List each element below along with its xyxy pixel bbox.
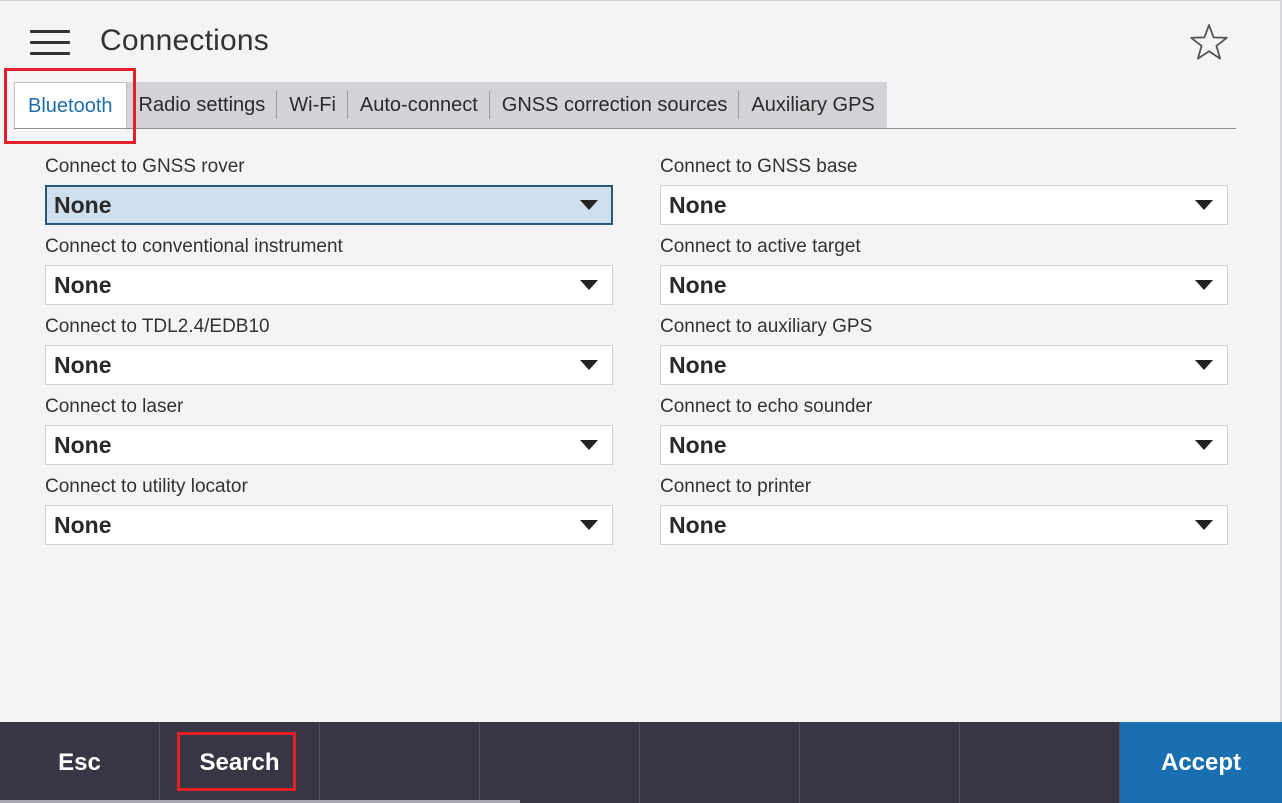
dropdown-value: None bbox=[54, 272, 112, 298]
tab-label: Auxiliary GPS bbox=[751, 93, 875, 116]
chevron-down-icon bbox=[580, 520, 598, 530]
conventional-instrument-label: Connect to conventional instrument bbox=[45, 236, 343, 257]
active-target-label: Connect to active target bbox=[660, 236, 861, 257]
esc-button[interactable]: Esc bbox=[0, 722, 160, 803]
window-top-edge bbox=[0, 0, 1282, 1]
dropdown-value: None bbox=[669, 272, 727, 298]
search-button[interactable]: Search bbox=[160, 722, 320, 803]
active-target-dropdown[interactable]: None bbox=[660, 265, 1228, 305]
dropdown-value: None bbox=[54, 192, 112, 218]
hamburger-menu-icon[interactable] bbox=[28, 28, 72, 58]
printer-label: Connect to printer bbox=[660, 476, 812, 497]
dropdown-value: None bbox=[54, 512, 112, 538]
tab-radio-settings[interactable]: Radio settings bbox=[126, 82, 278, 128]
empty-softkey-4[interactable] bbox=[480, 722, 640, 803]
tab-wifi[interactable]: Wi-Fi bbox=[277, 82, 348, 128]
chevron-down-icon bbox=[1195, 440, 1213, 450]
empty-softkey-7[interactable] bbox=[960, 722, 1120, 803]
echo-sounder-label: Connect to echo sounder bbox=[660, 396, 873, 417]
gnss-rover-dropdown[interactable]: None bbox=[45, 185, 613, 225]
gnss-rover-label: Connect to GNSS rover bbox=[45, 156, 245, 177]
page-title: Connections bbox=[100, 24, 269, 57]
tab-label: Auto-connect bbox=[359, 93, 478, 116]
echo-sounder-dropdown[interactable]: None bbox=[660, 425, 1228, 465]
conventional-instrument-dropdown[interactable]: None bbox=[45, 265, 613, 305]
dropdown-value: None bbox=[669, 512, 727, 538]
gnss-base-dropdown[interactable]: None bbox=[660, 185, 1228, 225]
tabs-underline bbox=[14, 128, 1236, 129]
chevron-down-icon bbox=[580, 440, 598, 450]
tab-auto-connect[interactable]: Auto-connect bbox=[347, 82, 490, 128]
tab-bar: Bluetooth Radio settings Wi-Fi Auto-conn… bbox=[14, 82, 887, 130]
chevron-down-icon bbox=[1195, 360, 1213, 370]
empty-softkey-3[interactable] bbox=[320, 722, 480, 803]
dropdown-value: None bbox=[54, 432, 112, 458]
tab-label: Bluetooth bbox=[28, 95, 113, 117]
utility-locator-label: Connect to utility locator bbox=[45, 476, 248, 497]
chevron-down-icon bbox=[580, 280, 598, 290]
tab-label: GNSS correction sources bbox=[501, 93, 728, 116]
empty-softkey-5[interactable] bbox=[640, 722, 800, 803]
dropdown-value: None bbox=[669, 432, 727, 458]
tab-label: Wi-Fi bbox=[289, 93, 336, 116]
auxiliary-gps-label: Connect to auxiliary GPS bbox=[660, 316, 873, 337]
laser-label: Connect to laser bbox=[45, 396, 184, 417]
chevron-down-icon bbox=[1195, 520, 1213, 530]
tab-label: Radio settings bbox=[138, 93, 266, 116]
printer-dropdown[interactable]: None bbox=[660, 505, 1228, 545]
accept-button[interactable]: Accept bbox=[1120, 722, 1282, 803]
tdl-label: Connect to TDL2.4/EDB10 bbox=[45, 316, 270, 337]
chevron-down-icon bbox=[580, 360, 598, 370]
chevron-down-icon bbox=[1195, 280, 1213, 290]
empty-softkey-6[interactable] bbox=[800, 722, 960, 803]
tab-bluetooth[interactable]: Bluetooth bbox=[14, 82, 127, 130]
auxiliary-gps-dropdown[interactable]: None bbox=[660, 345, 1228, 385]
star-outline-icon[interactable] bbox=[1188, 22, 1230, 64]
dropdown-value: None bbox=[669, 192, 727, 218]
gnss-base-label: Connect to GNSS base bbox=[660, 156, 858, 177]
chevron-down-icon bbox=[1195, 200, 1213, 210]
laser-dropdown[interactable]: None bbox=[45, 425, 613, 465]
tab-gnss-correction-sources[interactable]: GNSS correction sources bbox=[489, 82, 740, 128]
dropdown-value: None bbox=[669, 352, 727, 378]
utility-locator-dropdown[interactable]: None bbox=[45, 505, 613, 545]
dropdown-value: None bbox=[54, 352, 112, 378]
tdl-dropdown[interactable]: None bbox=[45, 345, 613, 385]
softkey-bar: Esc Search Accept bbox=[0, 722, 1282, 803]
chevron-down-icon bbox=[580, 200, 598, 210]
tab-auxiliary-gps[interactable]: Auxiliary GPS bbox=[739, 82, 887, 128]
